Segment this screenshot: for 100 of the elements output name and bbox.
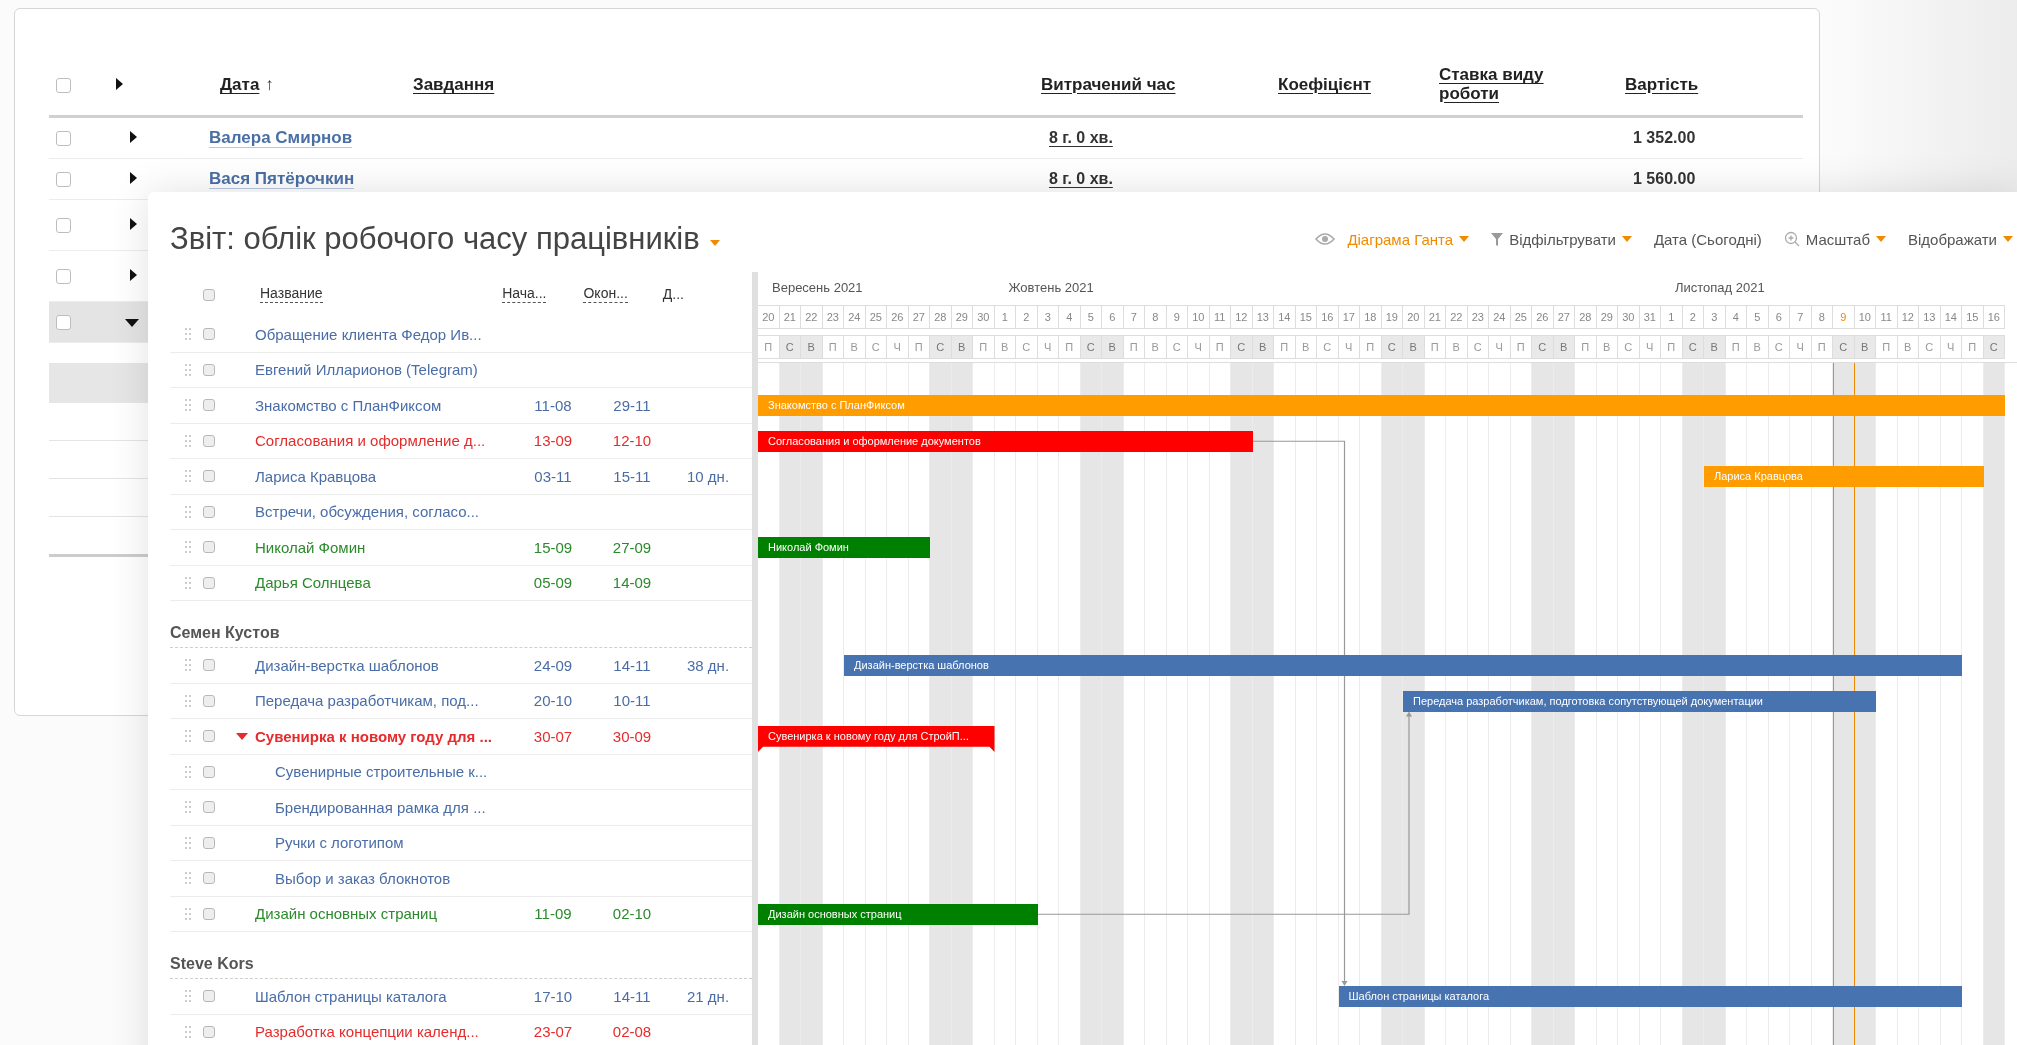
task-bar[interactable]: Шаблон страницы каталога xyxy=(1338,986,1962,1007)
task-title[interactable]: Выбор и заказ блокнотов xyxy=(275,869,451,887)
drag-handle-icon[interactable] xyxy=(185,907,191,920)
checkbox[interactable] xyxy=(203,399,215,412)
checkbox[interactable] xyxy=(56,78,71,94)
checkbox[interactable] xyxy=(203,659,215,672)
task-title[interactable]: Согласования и оформление д... xyxy=(255,432,486,450)
drag-handle-icon[interactable] xyxy=(185,363,191,376)
drag-handle-icon[interactable] xyxy=(185,1025,191,1038)
toolbar-button[interactable]: Дата (Сьогодні) xyxy=(1653,230,1762,248)
task-title[interactable]: Ручки с логотипом xyxy=(275,834,404,852)
drag-handle-icon[interactable] xyxy=(185,541,191,554)
checkbox[interactable] xyxy=(203,730,215,743)
task-bar[interactable]: Николай Фомин xyxy=(758,537,930,558)
drag-handle-icon[interactable] xyxy=(185,434,191,447)
task-title[interactable]: Евгений Илларионов (Telegram) xyxy=(255,361,478,379)
drag-handle-icon[interactable] xyxy=(185,470,191,483)
drag-handle-icon[interactable] xyxy=(185,659,191,672)
drag-handle-icon[interactable] xyxy=(185,872,191,885)
column-header[interactable]: Завдання xyxy=(413,75,495,94)
checkbox[interactable] xyxy=(203,765,215,778)
task-title[interactable]: Обращение клиента Федор Ив... xyxy=(255,325,482,343)
toolbar-button[interactable]: Відображати xyxy=(1908,230,2013,248)
toolbar-button[interactable]: Масштаб xyxy=(1783,230,1886,248)
drag-handle-icon[interactable] xyxy=(185,399,191,412)
expand-toggle[interactable] xyxy=(130,131,137,143)
drag-handle-icon[interactable] xyxy=(185,730,191,743)
checkbox[interactable] xyxy=(203,990,215,1003)
weekday-label: С xyxy=(1381,335,1403,359)
checkbox[interactable] xyxy=(203,576,215,589)
expand-toggle[interactable] xyxy=(236,732,248,740)
checkbox[interactable] xyxy=(203,328,215,341)
time-link[interactable]: 8 г. 0 хв. xyxy=(1049,129,1113,146)
column-header[interactable]: Коефіцієнт xyxy=(1278,75,1371,94)
task-title[interactable]: Дарья Солнцева xyxy=(255,574,371,592)
checkbox[interactable] xyxy=(203,505,215,518)
expand-toggle[interactable] xyxy=(130,172,137,184)
summary-bar[interactable]: Сувенирка к новому году для СтройП... xyxy=(758,726,995,752)
drag-handle-icon[interactable] xyxy=(185,694,191,707)
task-title[interactable]: Шаблон страницы каталога xyxy=(255,987,447,1005)
task-title[interactable]: Сувенирка к новому году для ... xyxy=(255,727,492,745)
expand-toggle[interactable] xyxy=(116,78,123,90)
column-header[interactable]: Ставка виду роботи xyxy=(1439,66,1559,104)
checkbox[interactable] xyxy=(203,1025,215,1038)
task-title[interactable]: Дизайн основных страниц xyxy=(255,905,438,923)
checkbox[interactable] xyxy=(56,269,71,285)
drag-handle-icon[interactable] xyxy=(185,765,191,778)
caret-icon[interactable] xyxy=(709,240,720,246)
toolbar-button[interactable]: Відфільтрувати xyxy=(1491,230,1632,248)
column-header[interactable]: Вартість xyxy=(1625,75,1699,94)
column-header[interactable]: Дата xyxy=(220,75,260,94)
column-header[interactable]: Витрачений час xyxy=(1041,75,1176,94)
weekday-label: В xyxy=(1747,335,1769,359)
weekday-label: Ч xyxy=(1338,335,1360,359)
task-title[interactable]: Брендированная рамка для ... xyxy=(275,798,486,816)
day-number: 18 xyxy=(1360,305,1382,329)
checkbox[interactable] xyxy=(203,363,215,376)
weekday-label: Ч xyxy=(1940,335,1962,359)
expand-toggle[interactable] xyxy=(130,218,137,230)
drag-handle-icon[interactable] xyxy=(185,836,191,849)
checkbox[interactable] xyxy=(56,218,71,234)
checkbox[interactable] xyxy=(203,907,215,920)
checkbox[interactable] xyxy=(56,172,71,188)
drag-handle-icon[interactable] xyxy=(185,328,191,341)
checkbox[interactable] xyxy=(203,288,215,301)
task-title[interactable]: Знакомство с ПланФиксом xyxy=(255,396,442,414)
drag-handle-icon[interactable] xyxy=(185,801,191,814)
task-bar[interactable]: Дизайн основных страниц xyxy=(758,903,1038,925)
expand-toggle[interactable] xyxy=(125,319,139,327)
column-header[interactable]: Д... xyxy=(662,286,684,303)
checkbox[interactable] xyxy=(203,470,215,483)
task-title[interactable]: Дизайн-верстка шаблонов xyxy=(255,656,439,674)
task-title[interactable]: Сувенирные строительные к... xyxy=(275,763,488,781)
task-bar[interactable]: Передача разработчикам, подготовка сопутствующей документации xyxy=(1403,690,1876,712)
task-title[interactable]: Встречи, обсуждения, согласо... xyxy=(255,503,480,521)
checkbox[interactable] xyxy=(203,694,215,707)
checkbox[interactable] xyxy=(203,872,215,885)
column-header[interactable]: Название xyxy=(260,286,323,303)
task-title[interactable]: Лариса Кравцова xyxy=(255,467,377,485)
drag-handle-icon[interactable] xyxy=(185,990,191,1003)
drag-handle-icon[interactable] xyxy=(185,576,191,589)
task-bar[interactable]: Дизайн-верстка шаблонов xyxy=(844,655,1962,676)
task-title[interactable]: Передача разработчикам, под... xyxy=(255,692,479,710)
checkbox[interactable] xyxy=(203,836,215,849)
checkbox[interactable] xyxy=(203,434,215,447)
task-title[interactable]: Разработка концепции календ... xyxy=(255,1023,479,1041)
person-link[interactable]: Вася Пятёрочкин xyxy=(209,169,355,189)
column-header[interactable]: Окон... xyxy=(583,286,628,303)
checkbox[interactable] xyxy=(203,801,215,814)
time-link[interactable]: 8 г. 0 хв. xyxy=(1049,170,1113,187)
column-header[interactable]: Нача... xyxy=(502,286,547,303)
expand-toggle[interactable] xyxy=(130,269,137,281)
task-bar[interactable]: Согласования и оформление документов xyxy=(758,430,1253,452)
checkbox[interactable] xyxy=(56,315,71,331)
person-link[interactable]: Валера Смирнов xyxy=(209,128,353,148)
checkbox[interactable] xyxy=(56,131,71,147)
drag-handle-icon[interactable] xyxy=(185,505,191,518)
task-title[interactable]: Николай Фомин xyxy=(255,538,366,556)
weekday-label: С xyxy=(1983,335,2005,359)
checkbox[interactable] xyxy=(203,541,215,554)
